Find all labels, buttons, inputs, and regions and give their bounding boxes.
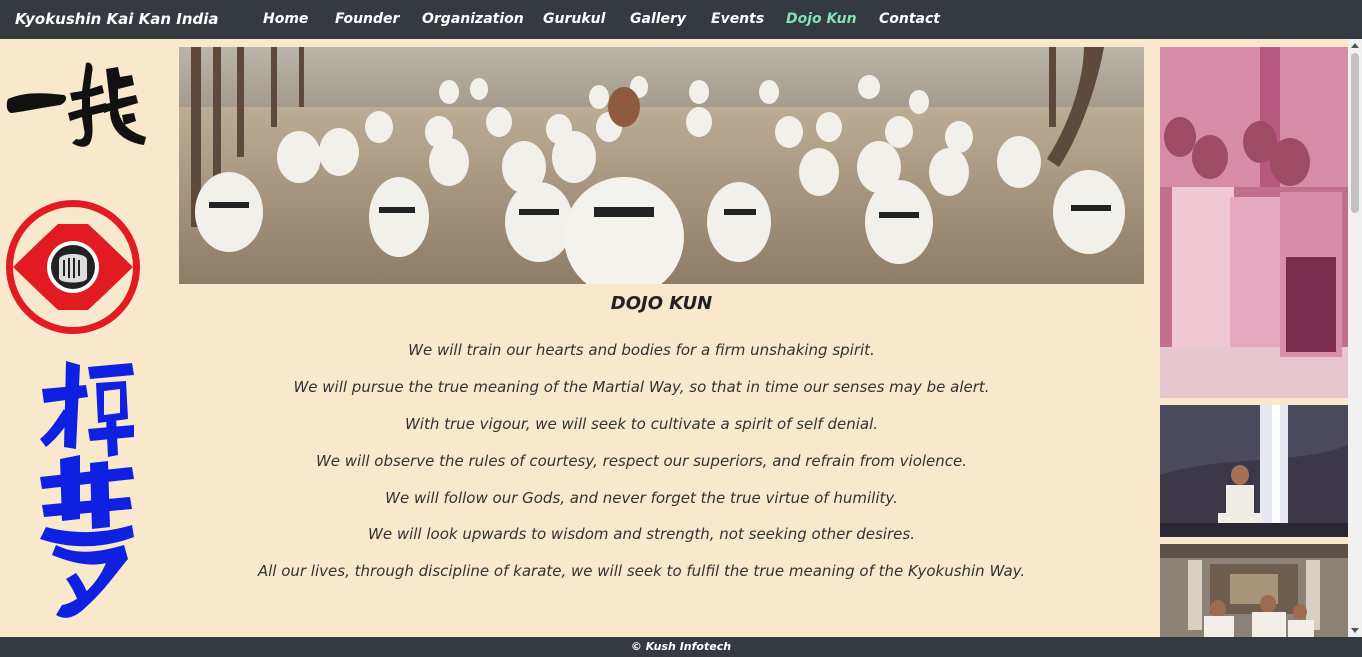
kanku-emblem-icon: [6, 200, 140, 334]
photo-frame: [1160, 544, 1348, 637]
dojo-kun-line: With true vigour, we will seek to cultiv…: [404, 415, 879, 433]
dojo-kun-line: All our lives, through discipline of kar…: [257, 562, 1026, 580]
scroll-down-icon[interactable]: [1351, 628, 1359, 633]
photo-frame: [1160, 47, 1348, 398]
dojo-kun-line: We will pursue the true meaning of the M…: [293, 378, 990, 396]
top-navbar: Kyokushin Kai Kan India Home Founder Org…: [0, 0, 1362, 39]
dojo-banner-image: [179, 47, 1144, 284]
dojo-kun-line: We will train our hearts and bodies for …: [408, 341, 875, 359]
dojo-shrine-photo: [1160, 544, 1348, 637]
nav-item-gallery[interactable]: Gallery: [630, 11, 686, 27]
waterfall-training-photo: [1160, 405, 1348, 537]
nav-item-dojo-kun[interactable]: Dojo Kun: [786, 11, 857, 27]
ichigeki-calligraphy-icon: [6, 62, 146, 147]
scroll-up-icon[interactable]: [1351, 43, 1359, 48]
dojo-training-group-photo: [179, 47, 1144, 284]
dojo-kun-line: We will look upwards to wisdom and stren…: [368, 525, 915, 543]
left-emblem-column: [0, 39, 160, 637]
page-scrollbar[interactable]: [1348, 39, 1362, 637]
kyokushin-kanji-icon: [40, 361, 134, 618]
footer-copyright: © Kush Infotech: [630, 640, 732, 653]
nav-item-contact[interactable]: Contact: [879, 11, 940, 27]
nav-item-gurukul[interactable]: Gurukul: [543, 11, 605, 27]
nav-item-organization[interactable]: Organization: [422, 11, 524, 27]
dojo-kun-line: We will follow our Gods, and never forge…: [385, 489, 898, 507]
nav-item-events[interactable]: Events: [711, 11, 764, 27]
photo-frame: [1160, 405, 1348, 537]
page-title: DOJO KUN: [610, 293, 713, 314]
footer: © Kush Infotech: [0, 637, 1362, 657]
brand-logo-text[interactable]: Kyokushin Kai Kan India: [15, 10, 219, 28]
scroll-thumb[interactable]: [1351, 53, 1359, 213]
dojo-kun-line: We will observe the rules of courtesy, r…: [315, 452, 968, 470]
nav-item-home[interactable]: Home: [263, 11, 308, 27]
group-portrait-photo: [1160, 47, 1348, 398]
nav-item-founder[interactable]: Founder: [335, 11, 399, 27]
